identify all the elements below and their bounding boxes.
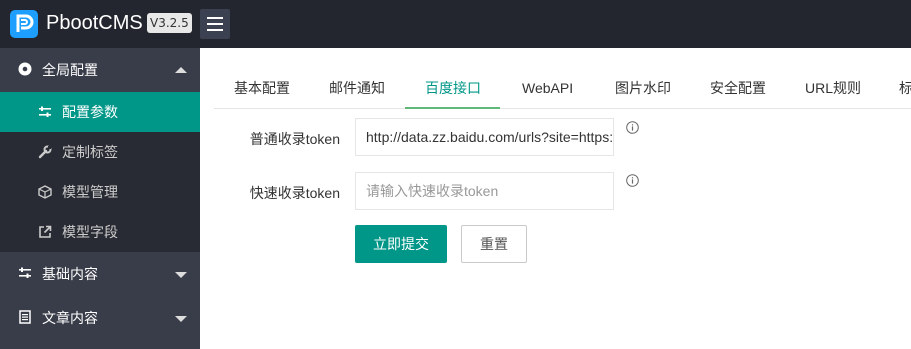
tab-image-watermark[interactable]: 图片水印 — [595, 67, 691, 109]
field-label-fast-token: 快速收录token — [249, 185, 340, 201]
chevron-down-icon — [175, 316, 187, 322]
sidebar-item-model-management[interactable]: 模型管理 — [0, 172, 200, 212]
sidebar-item-label: 模型管理 — [62, 184, 118, 200]
version-badge: V3.2.5 — [147, 13, 192, 33]
hamburger-icon-line — [207, 29, 223, 31]
sidebar-item-custom-tags[interactable]: 定制标签 — [0, 132, 200, 172]
hamburger-icon-line — [207, 23, 223, 25]
sidebar: 全局配置 配置参数 定制标签 模型管理 模型字段 基础内容 文章内容 — [0, 48, 200, 349]
external-link-icon — [39, 225, 52, 238]
brand-name: PbootCMS — [46, 12, 143, 34]
tab-basic-config[interactable]: 基本配置 — [214, 67, 310, 109]
tab-webapi[interactable]: WebAPI — [502, 67, 593, 109]
sidebar-item-label: 模型字段 — [62, 224, 118, 240]
sliders-icon — [19, 267, 31, 278]
fast-token-input[interactable]: 请输入快速收录token — [355, 172, 614, 210]
info-icon[interactable] — [626, 174, 639, 187]
sidebar-submenu: 配置参数 定制标签 模型管理 模型字段 — [0, 92, 200, 252]
submit-button[interactable]: 立即提交 — [355, 225, 447, 263]
document-icon — [19, 310, 31, 324]
pbootcms-logo-icon — [10, 10, 38, 38]
field-label-normal-token: 普通收录token — [249, 131, 340, 147]
sliders-icon — [39, 106, 51, 117]
gear-circle-icon — [18, 62, 32, 76]
tab-security-config[interactable]: 安全配置 — [690, 67, 786, 109]
sidebar-group-global-config[interactable]: 全局配置 — [0, 48, 200, 92]
tab-mail-notify[interactable]: 邮件通知 — [309, 67, 405, 109]
sidebar-group-basic-content[interactable]: 基础内容 — [0, 252, 200, 296]
settings-tabs: 基本配置 邮件通知 百度接口 WebAPI 图片水印 安全配置 URL规则 标 — [214, 67, 911, 109]
tab-baidu-api[interactable]: 百度接口 — [405, 67, 500, 109]
chevron-up-icon — [175, 67, 187, 73]
hamburger-icon-line — [207, 17, 223, 19]
menu-toggle-button[interactable] — [200, 9, 230, 39]
sidebar-group-article-content[interactable]: 文章内容 — [0, 296, 200, 340]
top-header: PbootCMS V3.2.5 — [0, 0, 911, 48]
sidebar-group-label: 全局配置 — [42, 62, 98, 78]
sidebar-item-label: 配置参数 — [62, 104, 118, 120]
sidebar-item-label: 定制标签 — [62, 144, 118, 160]
wrench-icon — [38, 145, 52, 159]
normal-token-input[interactable]: http://data.zz.baidu.com/urls?site=https… — [355, 118, 614, 156]
sidebar-group-label: 基础内容 — [42, 266, 98, 282]
tab-url-rules[interactable]: URL规则 — [785, 67, 881, 109]
cube-icon — [38, 185, 52, 199]
sidebar-item-config-params[interactable]: 配置参数 — [0, 92, 200, 132]
chevron-down-icon — [175, 272, 187, 278]
sidebar-group-label: 文章内容 — [42, 310, 98, 326]
tab-overflow[interactable]: 标 — [879, 67, 911, 109]
sidebar-item-model-fields[interactable]: 模型字段 — [0, 212, 200, 252]
info-icon[interactable] — [626, 121, 639, 134]
reset-button[interactable]: 重置 — [461, 225, 527, 263]
